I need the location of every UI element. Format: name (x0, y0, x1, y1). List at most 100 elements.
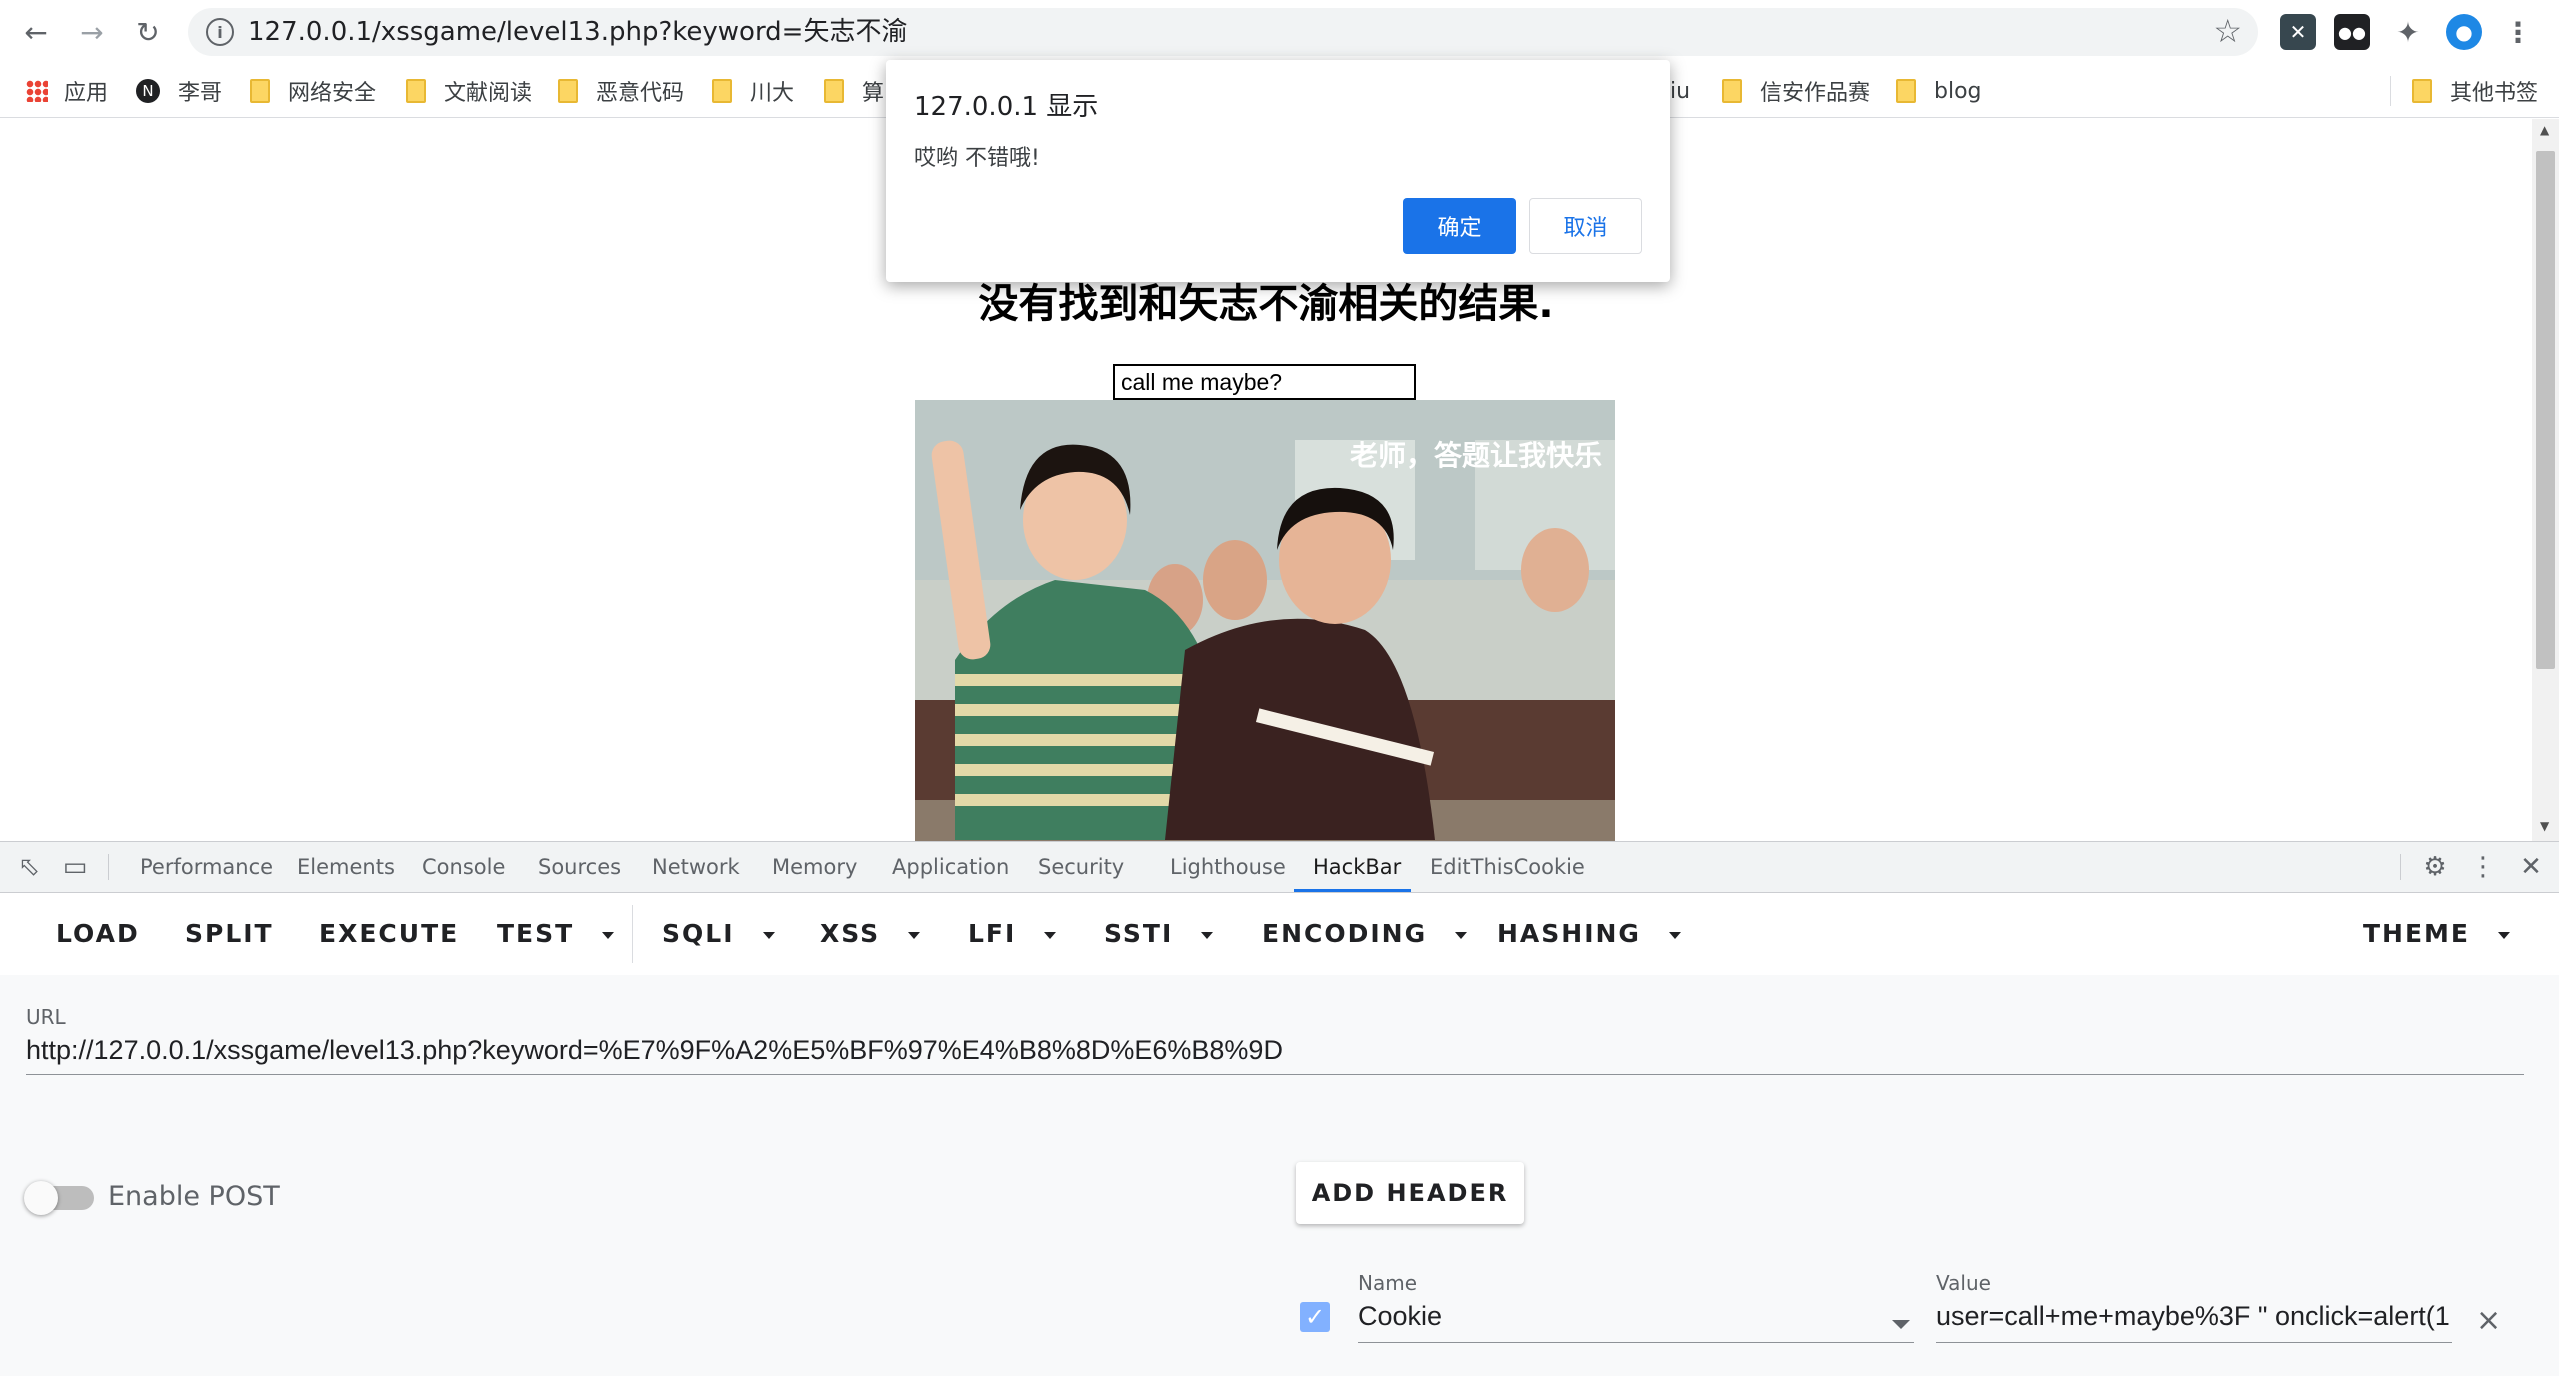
theme-menu[interactable]: THEME (2363, 893, 2511, 975)
lfi-menu[interactable]: LFI (968, 893, 1057, 975)
load-button[interactable]: LOAD (56, 893, 140, 975)
hashing-menu[interactable]: HASHING (1497, 893, 1681, 975)
forward-icon[interactable]: → (72, 12, 112, 52)
puzzle-icon[interactable]: ✦ (2390, 14, 2426, 50)
address-bar[interactable]: i 127.0.0.1/xssgame/level13.php?keyword=… (188, 8, 2258, 56)
folder-icon (1722, 79, 1742, 103)
bookmark-label: 应用 (64, 81, 109, 106)
tab-hackbar[interactable]: HackBar (1313, 842, 1401, 892)
scroll-up-icon[interactable]: ▲ (2540, 123, 2549, 137)
device-toolbar-icon[interactable]: ▭ (58, 850, 92, 884)
menu-label: THEME (2363, 919, 2471, 948)
info-icon[interactable]: i (206, 18, 234, 46)
header-value-input[interactable]: user=call+me+maybe%3F " onclick=alert(1 (1936, 1301, 2452, 1343)
url-field[interactable]: http://127.0.0.1/xssgame/level13.php?key… (26, 1035, 2524, 1075)
tab-elements[interactable]: Elements (297, 842, 395, 892)
menu-label: XSS (820, 919, 881, 948)
tab-sources[interactable]: Sources (538, 842, 621, 892)
bookmark-label: blog (1934, 78, 1982, 104)
bookmark-folder[interactable]: iu (1670, 64, 1690, 118)
tab-editthiscookie[interactable]: EditThisCookie (1430, 842, 1585, 892)
extension-icon[interactable]: ●● (2334, 14, 2370, 50)
tab-security[interactable]: Security (1038, 842, 1124, 892)
menu-divider (632, 905, 633, 963)
tab-memory[interactable]: Memory (772, 842, 857, 892)
folder-icon (558, 79, 578, 103)
menu-label: HASHING (1497, 919, 1641, 948)
gear-icon[interactable]: ⚙ (2418, 850, 2452, 884)
bookmark-other[interactable]: 其他书签 (2412, 64, 2538, 118)
bookmark-folder[interactable]: blog (1896, 64, 1982, 118)
test-menu[interactable]: TEST (497, 893, 615, 975)
dialog-message: 哎哟 不错哦! (914, 146, 1040, 171)
folder-icon (406, 79, 426, 103)
chevron-down-icon (1455, 931, 1468, 939)
enable-post-label: Enable POST (108, 1181, 280, 1212)
scroll-down-icon[interactable]: ▼ (2540, 819, 2549, 833)
bookmark-folder[interactable]: 网络安全 (250, 64, 376, 118)
tab-application[interactable]: Application (892, 842, 1009, 892)
bookmark-divider (2390, 76, 2391, 106)
more-options-icon[interactable]: ⋮ (2466, 850, 2500, 884)
bookmark-folder[interactable]: 信安作品赛 (1722, 64, 1870, 118)
menu-icon[interactable]: ⋮ (2500, 14, 2536, 50)
bookmark-label: 文献阅读 (444, 81, 533, 106)
alert-dialog: 127.0.0.1 显示 哎哟 不错哦! 确定 取消 (886, 60, 1670, 282)
reload-icon[interactable]: ↻ (128, 12, 168, 52)
bookmark-label: 网络安全 (288, 81, 377, 106)
hackbar-menu: LOAD SPLIT EXECUTE TEST SQLI XSS LFI SST… (0, 893, 2559, 975)
profile-icon[interactable]: ● (2446, 14, 2482, 50)
browser-toolbar: ← → ↻ i 127.0.0.1/xssgame/level13.php?ke… (0, 0, 2559, 64)
bookmark-folder[interactable]: 恶意代码 (558, 64, 684, 118)
inspect-element-icon[interactable]: ⬁ (12, 850, 46, 884)
header-name-label: Name (1358, 1271, 1418, 1295)
star-icon[interactable]: ☆ (2213, 12, 2242, 50)
chevron-down-icon (602, 931, 615, 939)
url-label: URL (26, 1005, 66, 1029)
split-button[interactable]: SPLIT (185, 893, 274, 975)
bookmark-label: 恶意代码 (596, 81, 685, 106)
add-header-button[interactable]: ADD HEADER (1296, 1162, 1524, 1224)
devtools-tabbar: ⬁ ▭ Performance Elements Console Sources… (0, 841, 2559, 893)
back-icon[interactable]: ← (16, 12, 56, 52)
scroll-thumb[interactable] (2536, 151, 2555, 669)
encoding-menu[interactable]: ENCODING (1262, 893, 1468, 975)
cancel-button[interactable]: 取消 (1529, 198, 1642, 254)
remove-header-icon[interactable]: × (2476, 1303, 2501, 1338)
chevron-down-icon[interactable] (1892, 1320, 1910, 1329)
keyword-input[interactable]: call me maybe? (1113, 364, 1416, 400)
header-value-label: Value (1936, 1271, 1991, 1295)
bookmark-item[interactable]: N 李哥 (136, 64, 222, 118)
folder-icon (2412, 79, 2432, 103)
menu-label: LFI (968, 919, 1017, 948)
tab-console[interactable]: Console (422, 842, 505, 892)
xss-menu[interactable]: XSS (820, 893, 921, 975)
bookmark-label: iu (1670, 78, 1691, 104)
bookmark-folder[interactable]: 川大 (712, 64, 794, 118)
tab-performance[interactable]: Performance (140, 842, 273, 892)
bookmark-folder[interactable]: 文献阅读 (406, 64, 532, 118)
menu-label: ENCODING (1262, 919, 1428, 948)
header-enabled-checkbox[interactable]: ✓ (1300, 1302, 1330, 1332)
bookmark-apps[interactable]: 应用 (26, 64, 108, 118)
sqli-menu[interactable]: SQLI (662, 893, 775, 975)
chevron-down-icon (762, 931, 775, 939)
header-name-select[interactable]: Cookie (1358, 1301, 1914, 1343)
toggle-knob[interactable] (24, 1181, 58, 1215)
chevron-down-icon (2498, 931, 2511, 939)
close-icon[interactable]: ✕ (2514, 850, 2548, 884)
execute-button[interactable]: EXECUTE (319, 893, 459, 975)
tab-network[interactable]: Network (652, 842, 740, 892)
bookmark-folder[interactable]: 算 (824, 64, 884, 118)
page-scrollbar[interactable]: ▲ ▼ (2532, 119, 2559, 841)
ok-button[interactable]: 确定 (1403, 198, 1516, 254)
folder-icon (712, 79, 732, 103)
chevron-down-icon (1201, 931, 1214, 939)
bookmark-label: 信安作品赛 (1760, 81, 1871, 106)
chevron-down-icon (908, 931, 921, 939)
tab-lighthouse[interactable]: Lighthouse (1170, 842, 1286, 892)
ssti-menu[interactable]: SSTI (1104, 893, 1214, 975)
address-url[interactable]: 127.0.0.1/xssgame/level13.php?keyword=矢志… (248, 8, 907, 56)
extension-icon[interactable]: ✕ (2280, 14, 2316, 50)
chevron-down-icon (1668, 931, 1681, 939)
